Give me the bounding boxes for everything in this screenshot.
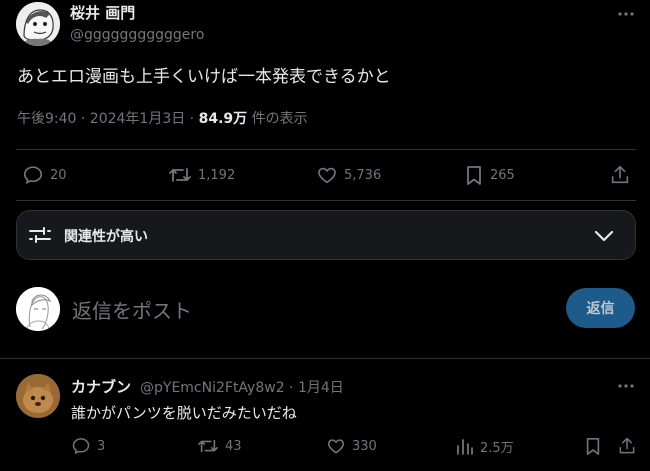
author-display-name[interactable]: 桜井 画門 <box>70 2 135 23</box>
author-handle[interactable]: @gggggggggggero <box>70 27 204 43</box>
reply-count: 20 <box>50 167 67 183</box>
reply-views-count: 2.5万 <box>480 440 514 456</box>
share-icon <box>617 436 637 456</box>
bookmark-icon <box>584 436 602 456</box>
tweet-text: あとエロ漫画も上手くいけば一本発表できるかと <box>17 67 391 87</box>
more-icon[interactable] <box>616 4 636 24</box>
like-action[interactable]: 5,736 <box>316 164 381 186</box>
like-icon <box>326 436 346 456</box>
reply-retweet-count: 43 <box>225 438 242 454</box>
views-icon <box>456 436 474 456</box>
relevance-label: 関連性が高い <box>64 229 148 245</box>
like-icon <box>316 164 338 186</box>
filter-icon <box>28 224 52 246</box>
like-count: 5,736 <box>344 167 382 183</box>
reply-author-meta[interactable]: @pYEmcNi2FtAy8w2 · 1月4日 <box>140 377 344 397</box>
reply-bookmark-action[interactable] <box>584 436 602 456</box>
reply-share-action[interactable] <box>617 436 637 456</box>
reply-author-avatar[interactable] <box>16 374 60 418</box>
retweet-icon <box>168 164 192 186</box>
divider <box>16 149 636 150</box>
reply-text: 誰かがパンツを脱いだみたいだね <box>71 404 297 422</box>
retweet-action[interactable]: 1,192 <box>168 164 235 186</box>
reply-action[interactable]: 20 <box>22 164 67 186</box>
bookmark-count: 265 <box>490 167 515 183</box>
divider <box>16 200 636 201</box>
author-avatar[interactable] <box>16 2 60 46</box>
tweet-meta: 午後9:40 · 2024年1月3日 · 84.9万 件の表示 <box>17 108 308 128</box>
retweet-count: 1,192 <box>198 167 236 183</box>
reply-icon <box>22 164 44 186</box>
reply-reply-count: 3 <box>97 438 106 454</box>
reply-author-name[interactable]: カナブン <box>71 376 131 397</box>
reply-reply-action[interactable]: 3 <box>71 436 105 456</box>
more-icon[interactable] <box>616 376 636 396</box>
bookmark-icon <box>464 164 484 186</box>
reply-icon <box>71 436 91 456</box>
reply-views-action[interactable]: 2.5万 <box>456 436 514 456</box>
reply-like-count: 330 <box>352 438 377 454</box>
views-label: 件の表示 <box>247 111 308 127</box>
reply-like-action[interactable]: 330 <box>326 436 377 456</box>
retweet-icon <box>197 436 219 456</box>
bookmark-action[interactable]: 265 <box>464 164 515 186</box>
tweet-timestamp[interactable]: 午後9:40 · 2024年1月3日 · <box>17 111 199 127</box>
user-avatar <box>16 287 60 331</box>
reply-input[interactable]: 返信をポスト <box>72 295 192 324</box>
share-action[interactable] <box>609 164 631 186</box>
divider <box>0 358 650 359</box>
share-icon <box>609 164 631 186</box>
views-count: 84.9万 <box>198 111 248 127</box>
reply-retweet-action[interactable]: 43 <box>197 436 242 456</box>
chevron-down-icon[interactable] <box>592 226 616 246</box>
reply-submit-button[interactable]: 返信 <box>566 288 635 328</box>
